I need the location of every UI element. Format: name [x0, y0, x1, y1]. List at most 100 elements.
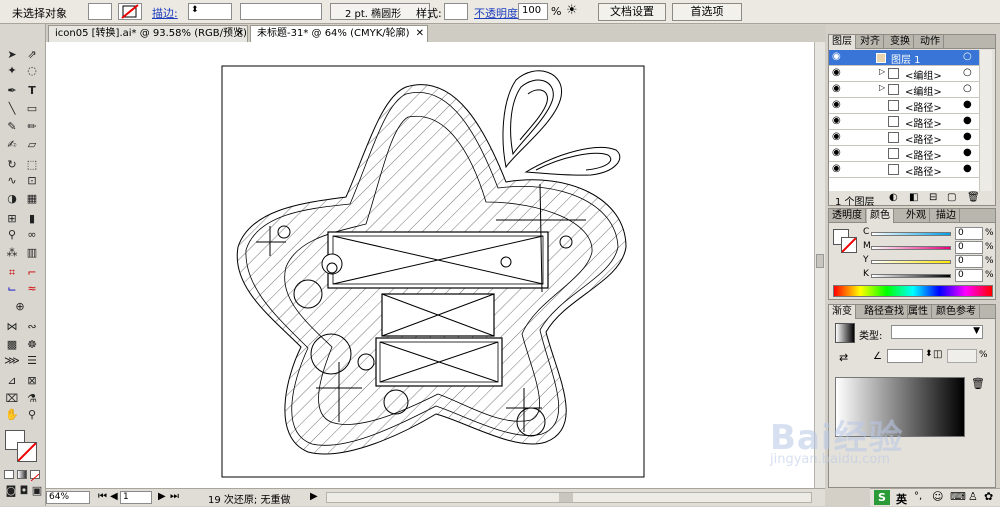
color-mode-icon[interactable]	[4, 470, 14, 479]
lasso-tool-icon[interactable]: ◌	[24, 64, 40, 78]
canvas[interactable]	[46, 42, 814, 488]
screen-mode-icon[interactable]: ▣	[29, 484, 45, 498]
reverse-gradient-icon[interactable]: ⇄	[839, 351, 848, 364]
eye-icon[interactable]: ◉	[832, 147, 841, 158]
scissors-tool-icon[interactable]: ∾	[24, 320, 40, 334]
aspect-ratio-field[interactable]	[947, 349, 977, 363]
tab-document-icon05[interactable]: icon05 [转换].ai* @ 93.58% (RGB/预览) ✕	[48, 25, 248, 42]
tab-appearance[interactable]: 外观	[903, 209, 930, 223]
gradient-tool-icon[interactable]: ▮	[24, 212, 40, 226]
artboard-select[interactable]: 1	[120, 491, 152, 504]
expand-arrow-icon[interactable]: ▷	[879, 67, 885, 76]
tab-color-guide[interactable]: 颜色参考	[933, 305, 980, 319]
type-tool-icon[interactable]: T	[24, 84, 40, 98]
reshape-tool-icon[interactable]: ≈	[24, 282, 40, 296]
layer-row[interactable]: ◉ ▷ <编组> ○	[829, 66, 992, 82]
stroke-swatch[interactable]	[17, 442, 37, 462]
target-icon[interactable]: ○	[963, 67, 972, 78]
previous-artboard-icon[interactable]: ◀	[110, 491, 118, 502]
tab-align[interactable]: 对齐	[857, 35, 884, 49]
width-tool-icon[interactable]: ⌙	[4, 282, 20, 296]
status-menu-icon[interactable]: ▶	[310, 491, 318, 502]
tab-color[interactable]: 颜色	[867, 209, 894, 223]
brush-definition-select[interactable]: 2 pt. 椭圆形	[330, 3, 430, 20]
new-sublayer-icon[interactable]: ⊟	[929, 192, 937, 203]
color-row-k[interactable]: K 0 %	[863, 269, 994, 283]
none-mode-icon[interactable]	[30, 470, 40, 482]
ime-language[interactable]: 英	[896, 491, 907, 507]
perspective-grid-tool-icon[interactable]: ▦	[24, 192, 40, 206]
scale-tool-icon[interactable]: ⬚	[24, 158, 40, 172]
sogou-logo-icon[interactable]: S	[874, 490, 890, 505]
target-icon[interactable]: ○	[963, 83, 972, 94]
zoom-select[interactable]: 64%	[46, 491, 90, 504]
tab-actions[interactable]: 动作	[917, 35, 944, 49]
black-field[interactable]: 0	[955, 269, 983, 282]
layer-row[interactable]: ◉ <路径> ●	[829, 130, 992, 146]
yellow-slider[interactable]	[871, 260, 951, 264]
yellow-field[interactable]: 0	[955, 255, 983, 268]
mesh-tool-icon[interactable]: ⊞	[4, 212, 20, 226]
cyan-slider[interactable]	[871, 232, 951, 236]
opacity-field[interactable]: 100	[518, 3, 548, 20]
delete-layer-icon[interactable]: 🗑	[967, 192, 980, 203]
stroke-color-swatch[interactable]	[118, 3, 142, 20]
twirl-tool-icon[interactable]: ☸	[24, 338, 40, 352]
live-paint-tool-icon[interactable]: ⊠	[24, 374, 40, 388]
tab-layers[interactable]: 图层	[829, 35, 856, 49]
paintbrush-tool-icon[interactable]: ✎	[4, 120, 20, 134]
color-spectrum-bar[interactable]	[833, 285, 993, 297]
measure-tool-icon[interactable]: ⊿	[4, 374, 20, 388]
eraser-tool-icon[interactable]: ▱	[24, 138, 40, 152]
emoji-icon[interactable]: ☺	[932, 490, 943, 503]
line-tool-icon[interactable]: ╲	[4, 102, 20, 116]
gradient-mode-icon[interactable]	[17, 470, 27, 479]
eye-icon[interactable]: ◉	[832, 131, 841, 142]
slice-tool-icon[interactable]: ⌐	[24, 266, 40, 280]
layer-row[interactable]: ◉ <路径> ●	[829, 162, 992, 178]
pencil-tool-icon[interactable]: ✏	[24, 120, 40, 134]
pen-tool-icon[interactable]: ✒	[4, 84, 20, 98]
color-stroke-swatch[interactable]	[841, 237, 857, 253]
layers-scrollbar[interactable]	[979, 50, 992, 191]
target-icon[interactable]: ●	[963, 99, 972, 110]
expand-arrow-icon[interactable]: ▷	[879, 83, 885, 92]
layer-row[interactable]: ◉ <路径> ●	[829, 98, 992, 114]
tab-pathfinder[interactable]: 路径查找	[861, 305, 908, 319]
eye-icon[interactable]: ◉	[832, 51, 841, 62]
graphic-style-swatch[interactable]	[444, 3, 468, 20]
shape-builder-tool-icon[interactable]: ◑	[4, 192, 20, 206]
blob-brush-tool-icon[interactable]: ✍	[4, 138, 20, 152]
scrollbar-thumb[interactable]	[559, 493, 573, 502]
tab-transform[interactable]: 变换	[887, 35, 914, 49]
blend-tool-icon[interactable]: ∞	[24, 228, 40, 242]
zoom-tool-icon[interactable]: ⚲	[24, 408, 40, 422]
direct-selection-tool-icon[interactable]: ⇗	[24, 48, 40, 62]
knife-tool-icon[interactable]: ⋈	[4, 320, 20, 334]
magenta-field[interactable]: 0	[955, 241, 983, 254]
target-icon[interactable]: ○	[963, 51, 972, 62]
align-tool-icon[interactable]: ☰	[24, 354, 40, 368]
fill-color-swatch[interactable]	[88, 3, 112, 20]
tab-attributes[interactable]: 属性	[905, 305, 932, 319]
color-row-y[interactable]: Y 0 %	[863, 255, 994, 269]
black-slider[interactable]	[871, 274, 951, 278]
target-icon[interactable]: ●	[963, 163, 972, 174]
target-icon[interactable]: ●	[963, 115, 972, 126]
layer-row[interactable]: ◉ ▷ <编组> ○	[829, 82, 992, 98]
eye-icon[interactable]: ◉	[832, 67, 841, 78]
preferences-button[interactable]: 首选项	[672, 3, 742, 21]
artboard-tool-icon[interactable]: ⌗	[4, 266, 20, 280]
crop-tool-icon[interactable]: ⌧	[4, 392, 20, 406]
gradient-type-select[interactable]: ▼	[891, 325, 983, 339]
gradient-swatch[interactable]	[835, 323, 855, 343]
layer-row[interactable]: ◉ <路径> ●	[829, 146, 992, 162]
crosshair-tool-icon[interactable]: ⊕	[12, 300, 28, 314]
target-icon[interactable]: ●	[963, 147, 972, 158]
last-artboard-icon[interactable]: ⏭	[170, 491, 179, 502]
warp-tool-icon[interactable]: ∿	[4, 174, 20, 188]
variable-width-profile-select[interactable]	[240, 3, 322, 20]
magenta-slider[interactable]	[871, 246, 951, 250]
new-layer-icon[interactable]: ▢	[947, 192, 956, 203]
color-row-c[interactable]: C 0 %	[863, 227, 994, 241]
